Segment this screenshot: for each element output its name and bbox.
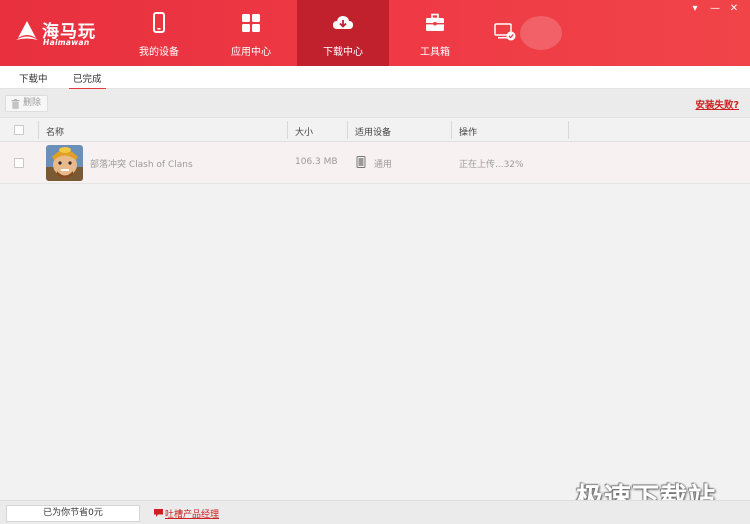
avatar[interactable] xyxy=(520,16,562,50)
select-all-checkbox[interactable] xyxy=(14,125,24,135)
toolbar: 删除 安装失败? xyxy=(0,89,750,117)
app-header: 海马玩 Haimawan 我的设备 应用中心 下载中心 工具箱 ▾ — ✕ xyxy=(0,0,750,66)
table-header: 名称 大小 适用设备 操作 xyxy=(0,117,750,142)
column-divider xyxy=(38,121,39,139)
nav-my-devices[interactable]: 我的设备 xyxy=(113,0,205,66)
app-device: 通用 xyxy=(374,160,393,170)
grid-icon xyxy=(242,14,260,32)
table-row[interactable]: 部落冲突 Clash of Clans 106.3 MB 通用 正在上传...3… xyxy=(0,142,750,184)
app-logo: 海马玩 Haimawan xyxy=(14,14,104,52)
delete-button[interactable]: 删除 xyxy=(5,95,48,112)
delete-label: 删除 xyxy=(23,98,42,108)
row-checkbox[interactable] xyxy=(14,158,24,168)
app-size: 106.3 MB xyxy=(295,157,338,167)
savings-text: 已为你节省0元 xyxy=(6,505,140,522)
download-tabs: 下载中 已完成 xyxy=(0,66,750,90)
upload-status: 正在上传...32% xyxy=(459,160,524,170)
app-name: 部落冲突 Clash of Clans xyxy=(90,160,193,170)
install-fail-link[interactable]: 安装失败? xyxy=(695,97,739,111)
column-name: 名称 xyxy=(46,128,65,138)
toolbox-icon xyxy=(426,13,444,31)
nav-app-center[interactable]: 应用中心 xyxy=(205,0,297,66)
column-divider[interactable] xyxy=(451,121,452,139)
status-bar: 已为你节省0元 吐槽产品经理 xyxy=(0,500,750,524)
column-divider[interactable] xyxy=(568,121,569,139)
column-divider[interactable] xyxy=(287,121,288,139)
tab-completed[interactable]: 已完成 xyxy=(69,71,105,90)
phone-icon xyxy=(153,12,165,33)
nav-label: 下载中心 xyxy=(323,47,363,58)
close-button[interactable]: ✕ xyxy=(727,3,741,15)
logo-mark-icon xyxy=(16,21,38,40)
universal-device-icon xyxy=(356,156,366,168)
clash-of-clans-app-icon xyxy=(46,145,83,181)
nav-label: 工具箱 xyxy=(420,47,450,58)
speech-bubble-icon xyxy=(154,509,163,517)
trash-icon xyxy=(11,99,20,109)
logo-subtext: Haimawan xyxy=(43,38,90,47)
column-action: 操作 xyxy=(459,128,478,138)
menu-dropdown-button[interactable]: ▾ xyxy=(688,3,702,15)
cloud-download-icon xyxy=(333,16,353,29)
nav-download-center[interactable]: 下载中心 xyxy=(297,0,389,66)
feedback-link[interactable]: 吐槽产品经理 xyxy=(165,507,219,520)
column-divider[interactable] xyxy=(347,121,348,139)
tab-downloading[interactable]: 下载中 xyxy=(19,71,48,85)
nav-label: 应用中心 xyxy=(231,47,271,58)
nav-toolbox[interactable]: 工具箱 xyxy=(389,0,481,66)
column-size: 大小 xyxy=(295,128,314,138)
nav-label: 我的设备 xyxy=(139,47,179,58)
column-device: 适用设备 xyxy=(355,128,392,138)
connected-device-icon[interactable] xyxy=(494,22,518,42)
minimize-button[interactable]: — xyxy=(708,3,722,15)
